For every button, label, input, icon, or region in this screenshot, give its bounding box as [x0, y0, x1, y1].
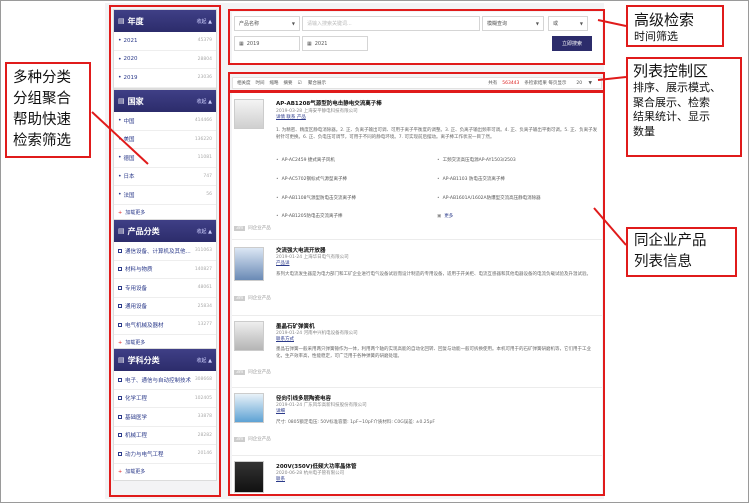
callout-line: 多种分类 [13, 70, 71, 86]
arrow-left [91, 111, 149, 165]
callout-line: 列表信息 [634, 254, 692, 270]
arrow-adv [597, 19, 627, 27]
callout-list-control: 列表控制区 排序、展示模式、 聚合展示、检索 结果统计、显示 数量 [626, 57, 742, 157]
callout-line: 排序、展示模式、 [633, 81, 721, 94]
callout-line: 数量 [633, 124, 655, 138]
callout-line: 检索筛选 [13, 133, 71, 149]
arrow-ctrl [597, 76, 627, 81]
callout-line: 聚合展示、检索 [633, 95, 710, 109]
callout-product-list: 同企业产品 列表信息 [626, 227, 737, 277]
callout-facets: 多种分类 分组聚合 帮助快速 检索筛选 [5, 62, 91, 158]
callout-line: 分组聚合 [13, 91, 71, 107]
callout-line: 同企业产品 [634, 233, 707, 249]
arrow-list [593, 207, 627, 246]
callout-subtitle: 时间筛选 [634, 30, 678, 43]
callout-line: 结果统计、显示 [633, 110, 710, 123]
callout-advanced-search: 高级检索 时间筛选 [626, 5, 724, 47]
callout-title: 高级检索 [634, 11, 695, 29]
callout-title: 列表控制区 [633, 62, 709, 80]
callout-line: 帮助快速 [13, 112, 71, 128]
